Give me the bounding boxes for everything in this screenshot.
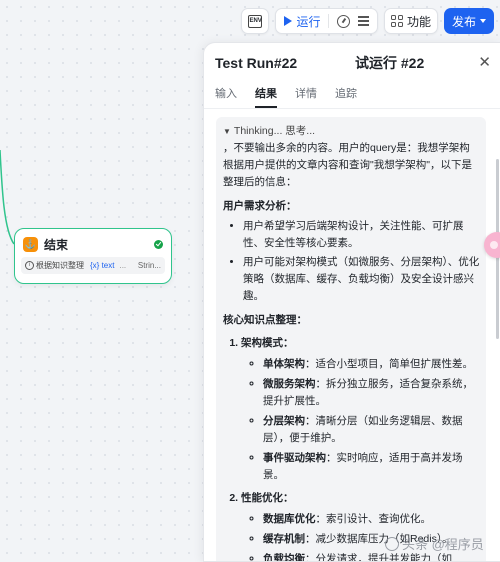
end-node[interactable]: ⚓ 结束 i 根据知识整理 {x} text ... Strin... — [14, 228, 172, 284]
publish-label: 发布 — [451, 14, 476, 29]
list-item: 数据库优化：索引设计、查询优化。 — [263, 511, 480, 528]
thinking-label: Thinking... 思考... — [233, 125, 316, 137]
watermark-icon — [385, 536, 399, 551]
variable-name: 根据知识整理 — [36, 261, 84, 270]
tab-details[interactable]: 详情 — [295, 85, 317, 108]
feature-button[interactable]: 功能 — [384, 8, 438, 34]
top-toolbar: ENV 运行 功能 发布 — [241, 8, 494, 34]
run-button[interactable]: 运行 — [284, 13, 320, 30]
close-icon[interactable]: ✕ — [478, 55, 491, 71]
tab-trace[interactable]: 追踪 — [335, 85, 357, 108]
end-node-title: 结束 — [44, 238, 69, 252]
knowledge-list: 架构模式： 单体架构：适合小型项目，简单但扩展性差。 微服务架构：拆分独立服务，… — [223, 335, 480, 561]
watermark-text: 头条 @程序员 — [402, 537, 484, 552]
result-output[interactable]: ▼ Thinking... 思考... ，不要输出多余的内容。用户的query是：… — [216, 117, 486, 561]
list-item: 事件驱动架构：实时响应，适用于高并发场景。 — [263, 450, 480, 484]
success-check-icon — [154, 240, 163, 249]
tab-result[interactable]: 结果 — [255, 85, 277, 108]
info-icon: i — [25, 261, 34, 270]
needs-list: 用户希望学习后端架构设计，关注性能、可扩展性、安全性等核心要素。 用户可能对架构… — [223, 218, 480, 305]
list-item: 单体架构：适合小型项目，简单但扩展性差。 — [263, 356, 480, 373]
end-node-icon: ⚓ — [23, 237, 38, 252]
panel-tabs: 输入 结果 详情 追踪 — [204, 71, 500, 109]
subsection-title: 性能优化： — [241, 492, 294, 504]
env-button[interactable]: ENV — [241, 8, 270, 34]
subsection: 架构模式： 单体架构：适合小型项目，简单但扩展性差。 微服务架构：拆分独立服务，… — [241, 335, 480, 484]
list-item: 用户可能对架构模式（如微服务、分层架构）、优化策略（数据库、缓存、负载均衡）及安… — [243, 254, 480, 305]
chevron-down-icon — [480, 19, 486, 23]
list-item: 分层架构：清晰分层（如业务逻辑层、数据层），便于维护。 — [263, 413, 480, 447]
feature-label: 功能 — [406, 14, 431, 29]
variable-kind: Strin... — [137, 261, 161, 270]
output-variable: i 根据知识整理 {x} text ... Strin... — [21, 257, 165, 274]
gauge-icon[interactable] — [337, 14, 351, 28]
section-heading: 核心知识点整理： — [223, 314, 307, 326]
variable-type: {x} text — [90, 261, 115, 270]
caret-down-icon: ▼ — [223, 127, 231, 136]
test-run-panel: Test Run#22 试运行 #22 ✕ 输入 结果 详情 追踪 ▼ Think… — [203, 42, 500, 562]
list-item: 用户希望学习后端架构设计，关注性能、可扩展性、安全性等核心要素。 — [243, 218, 480, 252]
watermark: 头条 @程序员 — [385, 534, 484, 553]
subsection-title: 架构模式： — [241, 337, 294, 349]
publish-button[interactable]: 发布 — [443, 8, 494, 34]
env-icon: ENV — [248, 14, 263, 28]
variable-ellipsis: ... — [119, 261, 127, 270]
list-item: 微服务架构：拆分独立服务，适合复杂系统，提升扩展性。 — [263, 376, 480, 410]
panel-title-cn: 试运行 #22 — [355, 55, 425, 71]
panel-title: Test Run#22 — [215, 55, 298, 71]
section-heading: 用户需求分析： — [223, 200, 297, 212]
run-group: 运行 — [275, 8, 379, 34]
thinking-toggle[interactable]: ▼ Thinking... 思考... — [223, 123, 480, 140]
grid-icon — [391, 15, 403, 27]
divider — [328, 14, 330, 28]
play-icon — [284, 16, 293, 26]
tab-input[interactable]: 输入 — [215, 85, 237, 108]
run-label: 运行 — [296, 14, 321, 29]
checklist-icon[interactable] — [358, 16, 370, 26]
result-intro: ，不要输出多余的内容。用户的query是：我想学架构根据用户提供的文章内容和查询… — [223, 142, 472, 188]
